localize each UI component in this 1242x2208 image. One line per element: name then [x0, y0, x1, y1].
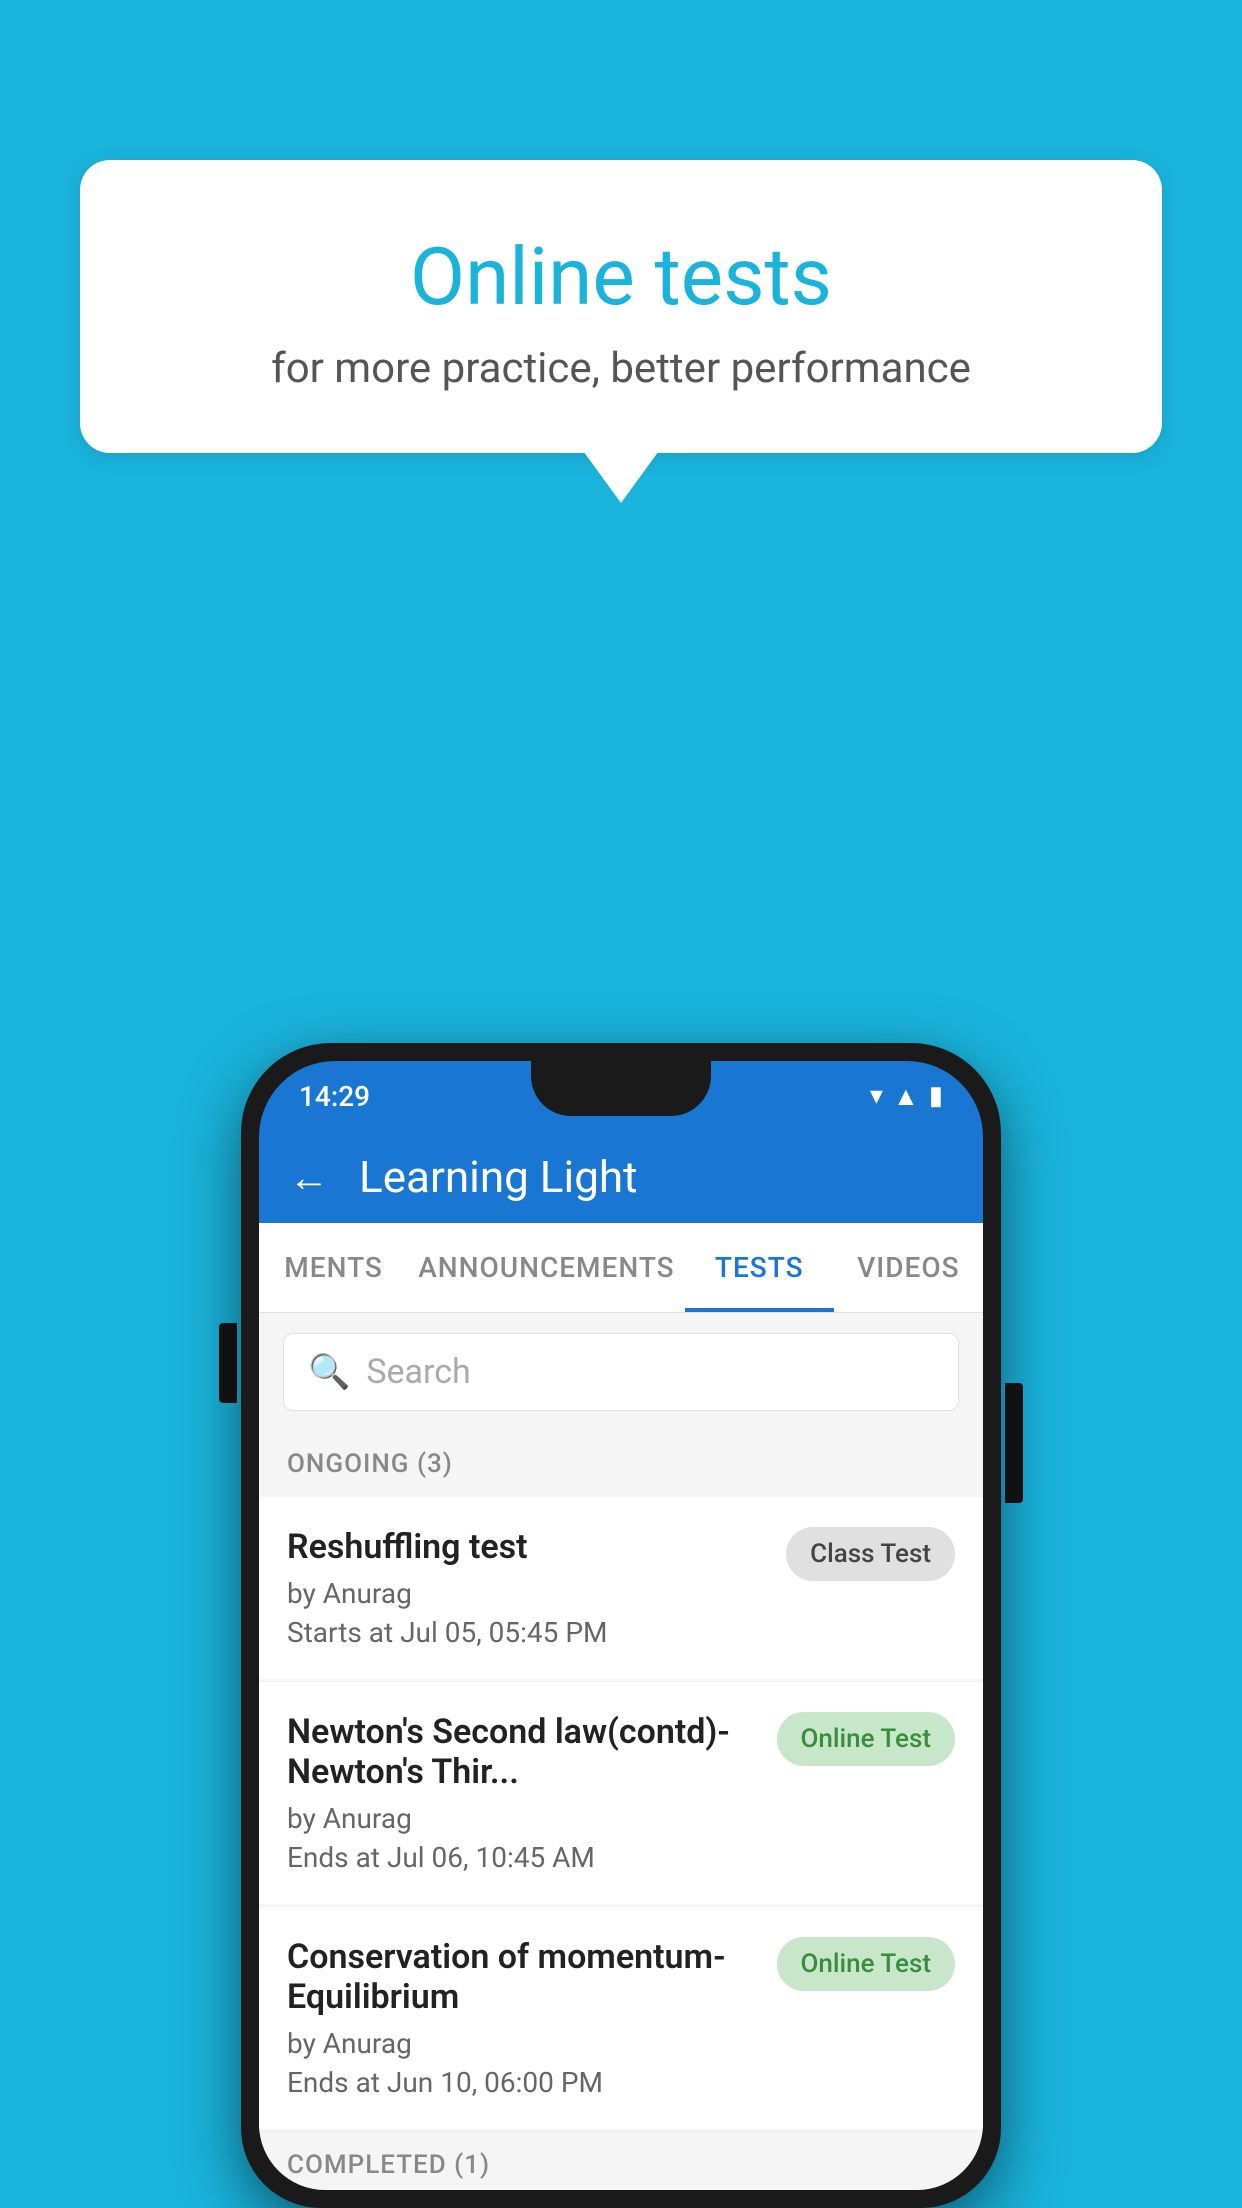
test-name-1: Reshuffling test [287, 1527, 766, 1567]
search-container: 🔍 Search [259, 1313, 983, 1431]
tab-announcements[interactable]: ANNOUNCEMENTS [408, 1223, 684, 1312]
completed-section-header: COMPLETED (1) [259, 2132, 983, 2190]
battery-icon: ▮ [929, 1081, 943, 1111]
test-author-2: by Anurag [287, 1802, 757, 1835]
phone-wrapper: 14:29 ▾ ▲ ▮ ← Learning Light MENTS ANNOU… [241, 1043, 1001, 2208]
phone-outer: 14:29 ▾ ▲ ▮ ← Learning Light MENTS ANNOU… [241, 1043, 1001, 2208]
test-time-1: Starts at Jul 05, 05:45 PM [287, 1616, 766, 1649]
app-title: Learning Light [359, 1151, 638, 1203]
bubble-title: Online tests [140, 230, 1102, 324]
ongoing-section-header: ONGOING (3) [259, 1431, 983, 1497]
tab-tests[interactable]: TESTS [685, 1223, 834, 1312]
speech-bubble-container: Online tests for more practice, better p… [80, 160, 1162, 453]
test-info-3: Conservation of momentum-Equilibrium by … [287, 1937, 777, 2099]
search-box[interactable]: 🔍 Search [283, 1333, 959, 1411]
status-bar: 14:29 ▾ ▲ ▮ [259, 1061, 983, 1131]
test-info-2: Newton's Second law(contd)-Newton's Thir… [287, 1712, 777, 1874]
test-card-1[interactable]: Reshuffling test by Anurag Starts at Jul… [259, 1497, 983, 1679]
test-info-1: Reshuffling test by Anurag Starts at Jul… [287, 1527, 786, 1649]
bubble-subtitle: for more practice, better performance [140, 344, 1102, 393]
phone-screen: 14:29 ▾ ▲ ▮ ← Learning Light MENTS ANNOU… [259, 1061, 983, 2190]
search-icon: 🔍 [308, 1352, 350, 1392]
test-author-3: by Anurag [287, 2027, 757, 2060]
back-button[interactable]: ← [289, 1154, 329, 1201]
status-icons: ▾ ▲ ▮ [870, 1081, 943, 1112]
screen-content: ONGOING (3) Reshuffling test by Anurag S… [259, 1431, 983, 2190]
tab-ments[interactable]: MENTS [259, 1223, 408, 1312]
test-name-2: Newton's Second law(contd)-Newton's Thir… [287, 1712, 757, 1792]
test-card-2[interactable]: Newton's Second law(contd)-Newton's Thir… [259, 1682, 983, 1904]
test-time-3: Ends at Jun 10, 06:00 PM [287, 2066, 757, 2099]
test-time-2: Ends at Jul 06, 10:45 AM [287, 1841, 757, 1874]
status-time: 14:29 [299, 1080, 370, 1113]
signal-icon: ▲ [893, 1081, 919, 1112]
tabs-container: MENTS ANNOUNCEMENTS TESTS VIDEOS [259, 1223, 983, 1313]
test-badge-3: Online Test [777, 1937, 956, 1991]
tab-videos[interactable]: VIDEOS [834, 1223, 983, 1312]
test-badge-2: Online Test [777, 1712, 956, 1766]
search-placeholder: Search [366, 1352, 470, 1392]
test-badge-1: Class Test [786, 1527, 955, 1581]
test-author-1: by Anurag [287, 1577, 766, 1610]
test-card-3[interactable]: Conservation of momentum-Equilibrium by … [259, 1907, 983, 2129]
wifi-icon: ▾ [870, 1081, 883, 1111]
speech-bubble: Online tests for more practice, better p… [80, 160, 1162, 453]
test-name-3: Conservation of momentum-Equilibrium [287, 1937, 757, 2017]
app-header: ← Learning Light [259, 1131, 983, 1223]
